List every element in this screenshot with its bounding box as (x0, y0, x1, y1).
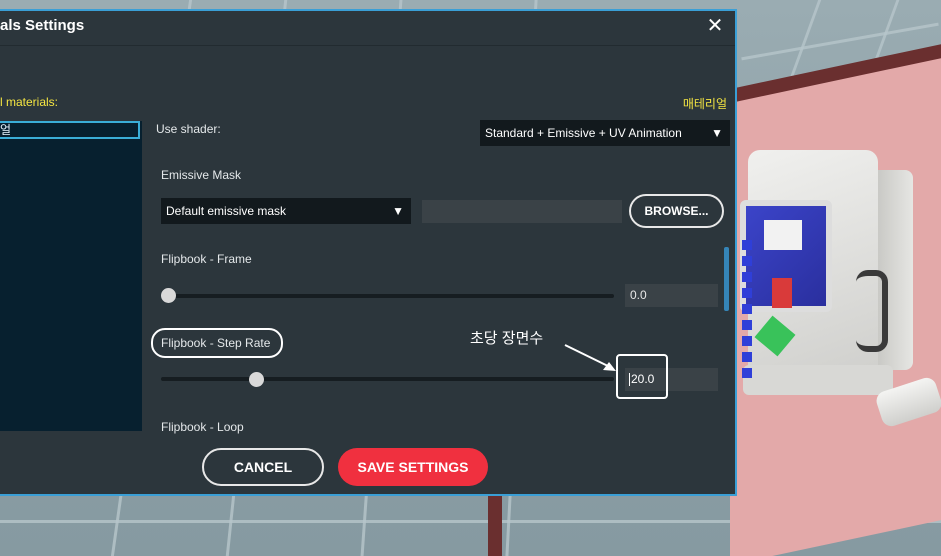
flipbook-frame-label: Flipbook - Frame (161, 252, 252, 266)
materials-label: l materials: (0, 95, 59, 109)
materials-korean-tag: 매테리얼 (682, 97, 727, 111)
shader-dropdown-value: Standard + Emissive + UV Animation (485, 126, 682, 140)
triangle-down-icon: ▼ (392, 204, 404, 218)
triangle-down-icon: ▼ (711, 126, 723, 140)
emissive-mask-dropdown[interactable]: Default emissive mask ▼ (161, 198, 411, 224)
materials-list[interactable]: 얼 (0, 121, 142, 431)
step-rate-value-highlight (616, 354, 668, 399)
close-icon[interactable]: ✕ (703, 14, 727, 38)
browse-button[interactable]: BROWSE... (629, 194, 724, 228)
use-shader-label: Use shader: (156, 122, 221, 136)
settings-scrollbar[interactable] (724, 247, 729, 311)
flipbook-step-rate-label: Flipbook - Step Rate (161, 336, 271, 350)
material-list-item-selected[interactable]: 얼 (0, 121, 140, 139)
annotation-arrow-icon (564, 344, 616, 371)
save-settings-button[interactable]: SAVE SETTINGS (338, 448, 488, 486)
title-divider (0, 45, 735, 46)
scene-computer-model (740, 150, 913, 395)
emissive-mask-label: Emissive Mask (161, 168, 242, 182)
emissive-mask-dropdown-value: Default emissive mask (166, 204, 287, 218)
flipbook-step-rate-slider-thumb[interactable] (248, 372, 264, 387)
annotation-text: 초당 장면수 (470, 330, 544, 347)
shader-dropdown[interactable]: Standard + Emissive + UV Animation ▼ (480, 120, 730, 146)
transform-gizmo-z-axis[interactable] (742, 240, 752, 380)
transform-gizmo-x-axis[interactable] (772, 278, 792, 308)
dialog-title: als Settings (0, 17, 85, 34)
flipbook-frame-value-field[interactable]: 0.0 (625, 284, 718, 307)
flipbook-step-rate-slider-track[interactable] (161, 377, 614, 381)
cancel-button[interactable]: CANCEL (202, 448, 324, 486)
flipbook-frame-slider-track[interactable] (161, 294, 614, 298)
flipbook-loop-label: Flipbook - Loop (161, 420, 244, 434)
emissive-mask-path-field[interactable] (422, 200, 622, 223)
flipbook-frame-slider-thumb[interactable] (161, 288, 176, 303)
materials-settings-dialog: als Settings ✕ l materials: 매테리얼 얼 Use s… (0, 9, 737, 496)
